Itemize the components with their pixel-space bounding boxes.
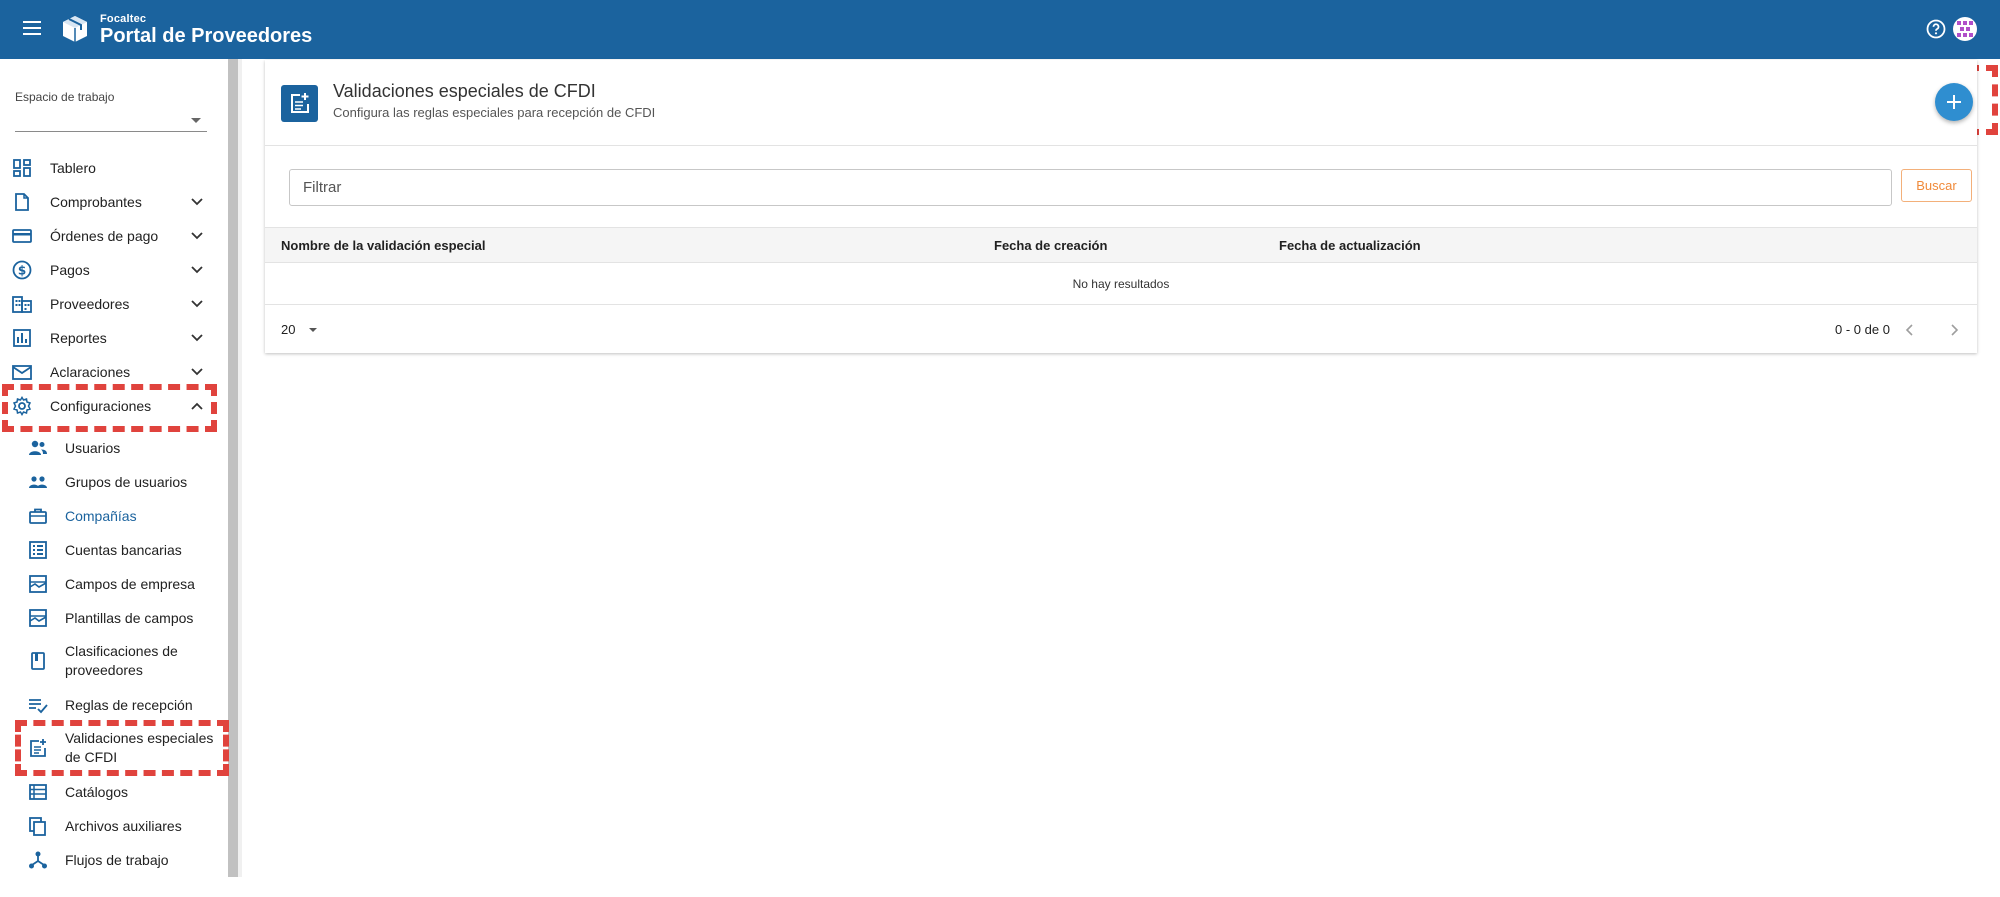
user-group-icon bbox=[29, 476, 47, 488]
list-icon bbox=[29, 784, 47, 800]
sidebar-item-label: Proveedores bbox=[50, 296, 130, 312]
sidebar-subitem-label: Clasificaciones de proveedores bbox=[65, 643, 178, 678]
column-header-updated[interactable]: Fecha de actualización bbox=[1279, 238, 1421, 253]
template-icon bbox=[29, 609, 47, 627]
column-header-created[interactable]: Fecha de creación bbox=[994, 238, 1107, 253]
caret-down-icon bbox=[191, 118, 201, 123]
post-add-icon bbox=[291, 93, 309, 113]
sidebar-subitem-label: Archivos auxiliares bbox=[65, 818, 182, 834]
sidebar-subitem-reglas-de-recepcion[interactable]: Reglas de recepción bbox=[0, 694, 225, 716]
chevron-down-icon bbox=[191, 198, 203, 206]
sidebar-subitem-label: Reglas de recepción bbox=[65, 697, 193, 713]
card-header: Validaciones especiales de CFDI Configur… bbox=[265, 60, 1977, 146]
highlight-box-validaciones bbox=[15, 720, 229, 776]
chevron-down-icon bbox=[191, 300, 203, 308]
building-icon bbox=[12, 296, 32, 313]
sidebar-subitem-label: Catálogos bbox=[65, 784, 129, 800]
sidebar-subitem-label: Compañías bbox=[65, 508, 137, 524]
ledger-icon bbox=[29, 541, 47, 559]
chevron-left-icon[interactable] bbox=[1902, 322, 1918, 338]
sidebar-subitem-archivos-auxiliares[interactable]: Archivos auxiliares bbox=[0, 815, 225, 837]
header-icon-box bbox=[281, 85, 318, 122]
sidebar-subitem-flujos-de-trabajo[interactable]: Flujos de trabajo bbox=[0, 849, 225, 871]
sidebar-subitem-plantillas-de-campos[interactable]: Plantillas de campos bbox=[0, 607, 225, 629]
form-fields-icon bbox=[29, 575, 47, 593]
document-icon bbox=[15, 193, 29, 211]
sidebar-subitem-campos-de-empresa[interactable]: Campos de empresa bbox=[0, 573, 225, 595]
sidebar-item-tablero[interactable]: Tablero bbox=[0, 153, 215, 183]
chevron-right-icon[interactable] bbox=[1946, 322, 1962, 338]
sidebar-item-label: Órdenes de pago bbox=[50, 228, 159, 244]
briefcase-icon bbox=[29, 508, 47, 524]
page-subtitle: Configura las reglas especiales para rec… bbox=[333, 105, 656, 120]
sidebar-item-comprobantes[interactable]: Comprobantes bbox=[0, 187, 215, 217]
table-header: Nombre de la validación especial Fecha d… bbox=[265, 227, 1977, 263]
search-button[interactable]: Buscar bbox=[1901, 169, 1972, 202]
brand-title: Portal de Proveedores bbox=[100, 25, 313, 47]
cube-logo-icon bbox=[63, 16, 87, 42]
menu-icon[interactable] bbox=[20, 17, 44, 41]
avatar-pattern-icon bbox=[1954, 18, 1976, 40]
sidebar-scrollbar[interactable] bbox=[228, 59, 238, 877]
brand-company: Focaltec bbox=[100, 13, 147, 25]
sidebar-subitem-companias[interactable]: Compañías bbox=[0, 505, 225, 527]
workspace-select[interactable] bbox=[15, 110, 207, 132]
column-header-name[interactable]: Nombre de la validación especial bbox=[281, 238, 485, 253]
sidebar-item-reportes[interactable]: Reportes bbox=[0, 323, 215, 353]
sidebar-item-label: Comprobantes bbox=[50, 194, 142, 210]
sidebar-subitem-label: Grupos de usuarios bbox=[65, 474, 188, 490]
page-title: Validaciones especiales de CFDI bbox=[333, 81, 596, 101]
sidebar-subitem-grupos-de-usuarios[interactable]: Grupos de usuarios bbox=[0, 471, 225, 493]
workflow-icon bbox=[29, 851, 47, 869]
chevron-down-icon bbox=[191, 334, 203, 342]
brand: Focaltec Portal de Proveedores bbox=[100, 13, 313, 48]
dollar-circle-icon: $ bbox=[12, 260, 32, 280]
empty-message: No hay resultados bbox=[265, 263, 1977, 305]
sidebar-item-ordenes-de-pago[interactable]: Órdenes de pago bbox=[0, 221, 215, 251]
avatar[interactable] bbox=[1953, 17, 1977, 41]
credit-card-icon bbox=[12, 229, 32, 243]
sidebar-item-pagos[interactable]: $ Pagos bbox=[0, 255, 215, 285]
sidebar-subitem-cuentas-bancarias[interactable]: Cuentas bancarias bbox=[0, 539, 225, 561]
top-app-bar: Focaltec Portal de Proveedores bbox=[0, 0, 2000, 59]
sidebar-subitem-catalogos[interactable]: Catálogos bbox=[0, 781, 225, 803]
help-icon[interactable] bbox=[1926, 19, 1946, 39]
dashboard-icon bbox=[13, 159, 31, 177]
chevron-down-icon bbox=[191, 266, 203, 274]
add-button[interactable] bbox=[1935, 83, 1973, 121]
users-icon bbox=[29, 440, 47, 455]
sidebar-subitem-label: Usuarios bbox=[65, 440, 121, 456]
svg-text:$: $ bbox=[18, 264, 26, 278]
workspace-label: Espacio de trabajo bbox=[15, 90, 115, 104]
sidebar-item-label: Pagos bbox=[50, 262, 90, 278]
chevron-down-icon bbox=[191, 232, 203, 240]
sidebar-subitem-label: Cuentas bancarias bbox=[65, 542, 182, 558]
content-card: Validaciones especiales de CFDI Configur… bbox=[265, 60, 1977, 353]
copy-files-icon bbox=[29, 817, 46, 836]
chevron-down-icon bbox=[191, 368, 203, 376]
sidebar-item-aclaraciones[interactable]: Aclaraciones bbox=[0, 357, 215, 387]
sidebar-subitem-label: Flujos de trabajo bbox=[65, 852, 169, 868]
bar-chart-icon bbox=[13, 329, 31, 347]
sidebar-item-proveedores[interactable]: Proveedores bbox=[0, 289, 215, 319]
sidebar-item-label: Reportes bbox=[50, 330, 107, 346]
sidebar-item-label: Tablero bbox=[50, 160, 96, 176]
sidebar-subitem-label: Plantillas de campos bbox=[65, 610, 194, 626]
filter-input[interactable] bbox=[289, 169, 1892, 206]
pagination-range: 0 - 0 de 0 bbox=[1835, 322, 1890, 337]
book-icon bbox=[31, 652, 45, 670]
sidebar-subitem-label: Campos de empresa bbox=[65, 576, 195, 592]
checklist-icon bbox=[29, 699, 48, 714]
highlight-box-configuraciones bbox=[2, 384, 217, 432]
sidebar-subitem-usuarios[interactable]: Usuarios bbox=[0, 437, 225, 459]
mail-icon bbox=[12, 365, 32, 380]
sidebar-subitem-clasificaciones-de-proveedores[interactable]: Clasificaciones de proveedores bbox=[0, 641, 225, 683]
sidebar-item-label: Aclaraciones bbox=[50, 364, 131, 380]
sidebar-divider bbox=[238, 59, 242, 877]
page-size-select[interactable]: 20 bbox=[281, 322, 295, 337]
caret-down-icon[interactable] bbox=[309, 328, 317, 332]
